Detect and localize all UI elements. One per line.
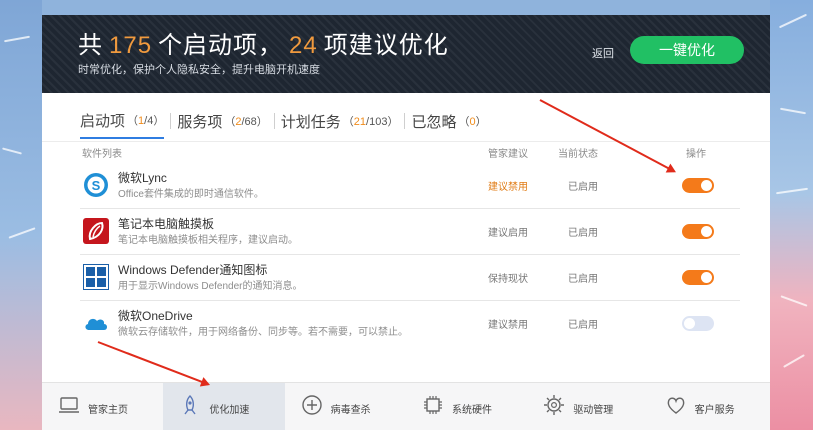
table-row: Windows Defender通知图标 用于显示Windows Defende… [80,255,740,301]
toggle-knob [684,318,695,329]
page-title: 共 175 个启动项， 24 项建议优化 [78,25,449,60]
status-text: 已启用 [568,228,598,239]
software-description: Office套件集成的即时通信软件。 [118,189,264,200]
column-software: 软件列表 [82,149,122,160]
nav-hardware[interactable]: 系统硬件 [406,383,527,430]
tab-divider [404,113,406,129]
startup-toggle[interactable] [682,178,714,193]
tab-scheduled-tasks[interactable]: 计划任务 （21/103） [281,111,399,138]
windows-defender-icon [83,264,109,290]
tab-count: （2/68） [224,116,268,128]
status-text: 已启用 [568,182,598,193]
tab-label: 启动项 [80,112,126,130]
svg-text:S: S [92,178,101,193]
laptop-icon [59,397,79,413]
software-name: Windows Defender通知图标 [118,263,268,277]
category-tabs: 启动项 （1/4） 服务项 （2/68） 计划任务 （21/103） 已忽略 （… [80,107,487,141]
software-description: 笔记本电脑触摸板相关程序，建议启动。 [118,235,298,246]
nav-label: 系统硬件 [451,405,492,416]
table-row: 笔记本电脑触摸板 笔记本电脑触摸板相关程序，建议启动。 建议启用 已启用 [80,209,740,255]
nav-customer-service[interactable]: 客户服务 [649,383,770,430]
suggested-optimize-count: 24 [289,32,318,59]
chip-icon [423,396,442,414]
gear-icon [544,395,565,415]
bottom-navigation: 管家主页 优化加速 病毒查杀 系统硬件 驱动管理 客户服务 [42,382,770,430]
startup-toggle[interactable] [682,224,714,239]
advice-text: 建议启用 [488,228,528,239]
tab-label: 服务项 [177,113,223,131]
table-header: 软件列表 管家建议 当前状态 操作 [42,141,770,161]
tab-count: （1/4） [127,115,165,127]
touchpad-icon [83,218,109,244]
startup-toggle[interactable] [682,316,714,331]
tab-count: （0） [458,116,487,128]
table-row: 微软OneDrive 微软云存储软件，用于网络备份、同步等。若不需要，可以禁止。… [80,301,740,347]
nav-home[interactable]: 管家主页 [42,383,163,430]
column-status: 当前状态 [558,149,598,160]
annotation-arrow-to-optimize-nav [97,341,209,386]
heart-icon [667,397,685,414]
table-row: S 微软Lync Office套件集成的即时通信软件。 建议禁用 已启用 [80,163,740,209]
tab-ignored[interactable]: 已忽略 （0） [411,111,486,138]
tab-count: （21/103） [342,116,399,128]
desktop-background-right [770,0,813,430]
nav-optimize[interactable]: 优化加速 [163,383,285,430]
title-mid: 个启动项， [158,32,284,59]
nav-driver-management[interactable]: 驱动管理 [527,383,648,430]
onedrive-icon [85,318,107,330]
desktop-background-left [0,0,42,430]
one-click-optimize-button[interactable]: 一键优化 [630,36,744,64]
software-name: 微软OneDrive [118,309,193,323]
rocket-icon [184,395,196,415]
back-link[interactable]: 返回 [592,45,614,61]
nav-label: 病毒查杀 [330,405,371,416]
software-description: 用于显示Windows Defender的通知消息。 [118,281,303,292]
tab-divider [273,113,275,129]
tab-divider [170,113,172,129]
nav-label: 驱动管理 [573,405,614,416]
title-prefix: 共 [78,32,103,59]
advice-text: 建议禁用 [488,320,528,331]
advice-text: 建议禁用 [488,182,528,193]
header-banner: 共 175 个启动项， 24 项建议优化 时常优化，保护个人隐私安全，提升电脑开机速度 … [42,15,770,93]
toggle-knob [701,272,712,283]
startup-manager-window: 共 175 个启动项， 24 项建议优化 时常优化，保护个人隐私安全，提升电脑开机速度 … [42,15,770,430]
total-startup-count: 175 [109,32,153,59]
column-advice: 管家建议 [488,149,528,160]
startup-toggle[interactable] [682,270,714,285]
status-text: 已启用 [568,274,598,285]
software-description: 微软云存储软件，用于网络备份、同步等。若不需要，可以禁止。 [118,327,408,338]
tab-service-items[interactable]: 服务项 （2/68） [177,111,267,138]
header-subtitle: 时常优化，保护个人隐私安全，提升电脑开机速度 [78,64,320,76]
advice-text: 保持现状 [488,274,528,285]
annotation-arrow-to-toggle [539,99,675,173]
column-action: 操作 [686,149,706,160]
lync-icon: S [84,173,108,197]
nav-label: 优化加速 [209,405,250,416]
tab-startup-items[interactable]: 启动项 （1/4） [80,110,165,139]
software-name: 笔记本电脑触摸板 [118,217,215,231]
shield-plus-icon [301,395,322,415]
title-suffix: 项建议优化 [323,32,449,59]
nav-label: 管家主页 [88,405,128,416]
status-text: 已启用 [568,320,598,331]
toggle-knob [701,180,712,191]
nav-label: 客户服务 [694,405,735,416]
software-name: 微软Lync [118,171,167,185]
tab-label: 已忽略 [411,113,457,131]
toggle-knob [701,226,712,237]
tab-label: 计划任务 [280,113,341,131]
nav-virus-scan[interactable]: 病毒查杀 [285,383,406,430]
